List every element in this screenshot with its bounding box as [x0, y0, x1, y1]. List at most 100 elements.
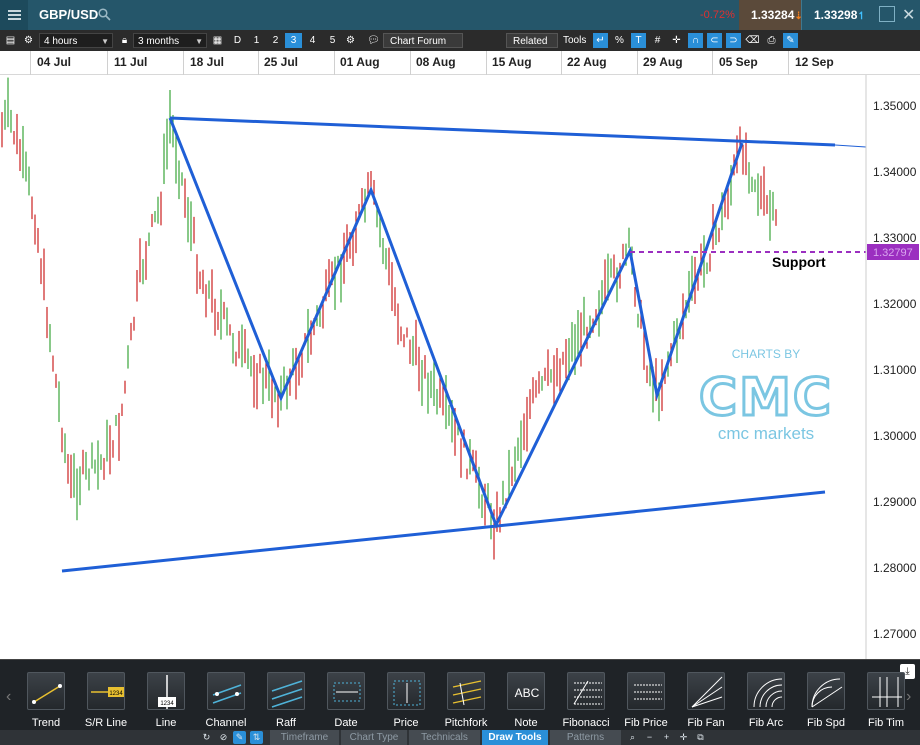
- eraser-icon[interactable]: ⌫: [745, 33, 760, 48]
- price-label: 1.29000: [873, 495, 917, 509]
- print-icon[interactable]: ⎙: [764, 33, 779, 48]
- related-button[interactable]: Related: [506, 33, 558, 48]
- link-icon[interactable]: ⊂: [707, 33, 722, 48]
- gear-icon[interactable]: ⚙: [21, 33, 36, 48]
- level-3-button[interactable]: 3: [285, 33, 302, 48]
- tool-fib-arc[interactable]: Fib Arc: [736, 670, 796, 730]
- tab-patterns[interactable]: Patterns: [550, 730, 622, 745]
- price-label: 1.30000: [873, 429, 917, 443]
- lock-icon[interactable]: 🔒︎: [117, 33, 132, 48]
- watermark-bottom: cmc markets: [718, 424, 814, 443]
- calendar-icon[interactable]: ▦: [210, 33, 225, 48]
- interval-value: 4 hours: [44, 36, 78, 47]
- date-label: 18 Jul: [190, 55, 225, 69]
- chart-canvas[interactable]: Support CHARTS BY CMC cmc markets 1.3500…: [0, 75, 920, 659]
- pin-icon[interactable]: ⊃: [726, 33, 741, 48]
- pencil-icon[interactable]: ✎: [233, 731, 246, 744]
- panel-icon[interactable]: ▤: [3, 33, 18, 48]
- day-button[interactable]: D: [229, 33, 246, 48]
- zoom-icon[interactable]: ⌕: [626, 731, 639, 744]
- refresh-icon[interactable]: ↻: [200, 731, 213, 744]
- level-5-button[interactable]: 5: [324, 33, 341, 48]
- tool-label: Raff: [276, 717, 296, 729]
- draw-tools-panel: ‹ ⤓ Trend 1234 S/R Line 1234 Line Channe…: [0, 659, 920, 730]
- upper-trendline[interactable]: [169, 116, 836, 147]
- tools-label: Tools: [563, 35, 587, 46]
- tool-line[interactable]: 1234 Line: [136, 670, 196, 730]
- lower-trendline[interactable]: [61, 490, 826, 573]
- buy-price-button[interactable]: 1.33298↿: [801, 0, 866, 30]
- price-label: 1.32000: [873, 297, 917, 311]
- price-label: 1.28000: [873, 561, 917, 575]
- sell-price: 1.33284: [751, 8, 795, 22]
- tool-trend[interactable]: Trend: [16, 670, 76, 730]
- bottom-tab-bar: ↻ ⊘ ✎ ⇅ Timeframe Chart Type Technicals …: [0, 730, 920, 745]
- block-icon[interactable]: ⊘: [217, 731, 230, 744]
- tool-channel[interactable]: Channel: [196, 670, 256, 730]
- range-select[interactable]: 3 months ▼: [133, 33, 207, 48]
- zoom-out-icon[interactable]: −: [643, 731, 656, 744]
- date-axis: 04 Jul 11 Jul 18 Jul 25 Jul 01 Aug 08 Au…: [0, 51, 920, 75]
- tool-fib-fan[interactable]: Fib Fan: [676, 670, 736, 730]
- sell-price-button[interactable]: 1.33284⇣: [739, 0, 803, 30]
- tool-label: Fib Fan: [687, 717, 725, 729]
- settings-icon[interactable]: ⚙: [343, 33, 358, 48]
- level-2-button[interactable]: 2: [267, 33, 284, 48]
- tool-price[interactable]: Price: [376, 670, 436, 730]
- draw-settings-icon[interactable]: ✎: [783, 33, 798, 48]
- price-label: 1.34000: [873, 165, 917, 179]
- tab-chart-type[interactable]: Chart Type: [341, 730, 408, 745]
- sr-badge: 1234: [109, 691, 123, 697]
- pan-icon[interactable]: ✛: [677, 731, 690, 744]
- tool-fib-price[interactable]: Fib Price: [616, 670, 676, 730]
- tool-raff[interactable]: Raff: [256, 670, 316, 730]
- chart-forum-button[interactable]: Chart Forum: [383, 33, 463, 48]
- zigzag-pattern[interactable]: [168, 117, 744, 529]
- level-4-button[interactable]: 4: [304, 33, 321, 48]
- back-arrow-icon[interactable]: ↵: [593, 33, 608, 48]
- tool-fibonacci[interactable]: Fibonacci: [556, 670, 616, 730]
- grid-icon[interactable]: #: [650, 33, 665, 48]
- level-1-button[interactable]: 1: [248, 33, 265, 48]
- speech-bubble-icon[interactable]: 💬︎: [366, 33, 381, 48]
- popout-icon[interactable]: [879, 6, 895, 22]
- date-label: 25 Jul: [264, 55, 299, 69]
- chevron-right-icon[interactable]: ›: [906, 688, 911, 706]
- candlestick-series: [1, 77, 777, 560]
- tool-label: Fib Spd: [807, 717, 845, 729]
- date-label: 01 Aug: [340, 55, 380, 69]
- chart-toolbar: ▤ ⚙ 4 hours ▼ 🔒︎ 3 months ▼ ▦ D 1 2 3 4 5 …: [0, 30, 920, 51]
- tool-pitchfork[interactable]: Pitchfork: [436, 670, 496, 730]
- date-label: 08 Aug: [416, 55, 456, 69]
- text-icon[interactable]: T: [631, 33, 646, 48]
- title-bar: GBP/USD -0.72% 1.33284⇣ 1.33298↿ ✕: [0, 0, 920, 30]
- tool-label: Channel: [205, 717, 247, 729]
- price-chart[interactable]: Support CHARTS BY CMC cmc markets 1.3500…: [0, 75, 920, 659]
- tool-sr-line[interactable]: 1234 S/R Line: [76, 670, 136, 730]
- sort-icon[interactable]: ⇅: [250, 731, 263, 744]
- price-axis: 1.35000 1.34000 1.33000 1.32000 1.31000 …: [865, 75, 920, 659]
- close-icon[interactable]: ✕: [902, 5, 915, 25]
- menu-icon[interactable]: [0, 0, 28, 30]
- tool-note[interactable]: ABC Note: [496, 670, 556, 730]
- date-label: 15 Aug: [492, 55, 532, 69]
- tab-draw-tools[interactable]: Draw Tools: [482, 730, 549, 745]
- tab-timeframe[interactable]: Timeframe: [270, 730, 340, 745]
- tool-label: Line: [155, 717, 177, 729]
- change-percent: -0.72%: [700, 9, 735, 21]
- tab-technicals[interactable]: Technicals: [409, 730, 481, 745]
- trading-app: GBP/USD -0.72% 1.33284⇣ 1.33298↿ ✕ ▤ ⚙ 4…: [0, 0, 920, 745]
- reset-zoom-icon[interactable]: ⧉: [694, 731, 707, 744]
- chevron-left-icon[interactable]: ‹: [6, 688, 11, 706]
- percent-button[interactable]: %: [612, 33, 627, 48]
- magnet-icon[interactable]: ∩: [688, 33, 703, 48]
- interval-select[interactable]: 4 hours ▼: [39, 33, 113, 48]
- tool-label: Trend: [31, 717, 61, 729]
- search-icon[interactable]: [98, 8, 111, 21]
- tool-date[interactable]: Date: [316, 670, 376, 730]
- zoom-in-icon[interactable]: +: [660, 731, 673, 744]
- tool-fib-speed[interactable]: Fib Spd: [796, 670, 856, 730]
- date-label: 22 Aug: [567, 55, 607, 69]
- crosshair-icon[interactable]: ✛: [669, 33, 684, 48]
- upper-trendline-extension: [834, 144, 867, 148]
